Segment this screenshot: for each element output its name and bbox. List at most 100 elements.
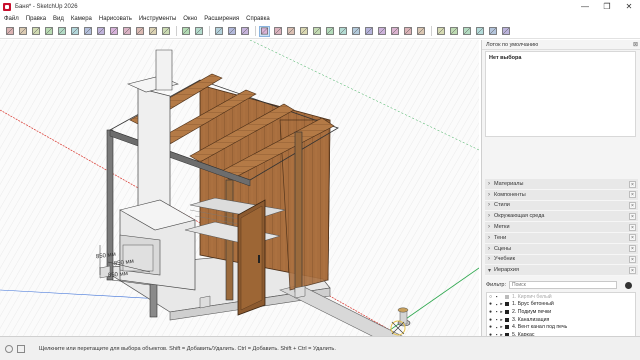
default-tray: Лоток по умолчанию ⊠ Нет выбора › Материа…: [481, 40, 640, 360]
outliner-row[interactable]: ● ▪ ▸ 4. Вент канал под печь: [487, 323, 635, 331]
offset-icon[interactable]: [363, 26, 374, 37]
expand-icon[interactable]: ▸: [499, 324, 504, 330]
outliner-item-name: 2. Подиум печки: [512, 308, 552, 315]
push-pull-icon[interactable]: [324, 26, 335, 37]
minimize-button[interactable]: —: [574, 0, 596, 13]
shaded-icon[interactable]: [134, 26, 145, 37]
menu-window[interactable]: Окно: [183, 16, 197, 22]
outliner-row[interactable]: ○ ▪ 1. Кирпич белый: [487, 293, 635, 301]
top-view-icon[interactable]: [17, 26, 28, 37]
eye-icon[interactable]: ●: [487, 317, 494, 323]
toolbar-separator: [255, 26, 256, 36]
close-icon[interactable]: ×: [629, 223, 636, 231]
menu-file[interactable]: Файл: [4, 16, 19, 22]
xray-icon[interactable]: [82, 26, 93, 37]
door-handle: [258, 255, 260, 263]
tray-item[interactable]: › Метки ×: [485, 222, 638, 233]
front-view-icon[interactable]: [30, 26, 41, 37]
close-icon[interactable]: ×: [629, 212, 636, 220]
rotate-icon[interactable]: [350, 26, 361, 37]
outliner-options-icon[interactable]: [625, 281, 633, 289]
tray-pin-icon[interactable]: ⊠: [633, 41, 638, 48]
close-icon[interactable]: ×: [629, 266, 636, 274]
text-icon[interactable]: [415, 26, 426, 37]
eye-icon[interactable]: ○: [487, 294, 494, 300]
close-icon[interactable]: ×: [629, 256, 636, 264]
shaded-texture-icon[interactable]: [147, 26, 158, 37]
close-button[interactable]: ✕: [618, 0, 640, 13]
hidden-line-icon[interactable]: [121, 26, 132, 37]
expand-icon[interactable]: ▸: [499, 301, 504, 307]
eye-icon[interactable]: ●: [487, 324, 494, 330]
menu-help[interactable]: Справка: [246, 16, 270, 22]
lock-icon[interactable]: ▪: [494, 294, 499, 299]
rectangle-icon[interactable]: [311, 26, 322, 37]
move-icon[interactable]: [337, 26, 348, 37]
line-icon[interactable]: [285, 26, 296, 37]
section-plane-icon[interactable]: [180, 26, 191, 37]
scale-icon[interactable]: [376, 26, 387, 37]
expand-icon[interactable]: ▸: [499, 309, 504, 315]
paint-icon[interactable]: [402, 26, 413, 37]
tray-label: Иерархия: [494, 267, 519, 274]
menu-edit[interactable]: Правка: [26, 16, 46, 22]
close-icon[interactable]: ×: [629, 202, 636, 210]
tray-item[interactable]: › Окружающая среда ×: [485, 211, 638, 223]
menu-draw[interactable]: Нарисовать: [99, 16, 132, 22]
maximize-button[interactable]: ❐: [596, 0, 618, 13]
model-canvas[interactable]: [0, 40, 479, 336]
filter-input[interactable]: [509, 281, 618, 289]
toolbar-separator: [176, 26, 177, 36]
menu-view[interactable]: Вид: [53, 16, 64, 22]
components-icon[interactable]: [448, 26, 459, 37]
arc-icon[interactable]: [298, 26, 309, 37]
outliner-item-name: 1. Брус бетонный: [512, 301, 554, 308]
model-viewport[interactable]: 850 мм 850 мм 850 мм: [0, 40, 479, 336]
axes-icon[interactable]: [435, 26, 446, 37]
outliner-row[interactable]: ● ▪ ▸ 2. Подиум печки: [487, 308, 635, 316]
tray-item[interactable]: ▾ Иерархия ×: [485, 265, 638, 277]
wireframe-icon[interactable]: [108, 26, 119, 37]
left-view-icon[interactable]: [69, 26, 80, 37]
settings-icon[interactable]: [500, 26, 511, 37]
window-controls: — ❐ ✕: [574, 0, 640, 13]
close-icon[interactable]: ×: [629, 180, 636, 188]
layers-icon[interactable]: [487, 26, 498, 37]
tray-item[interactable]: › Учебник ×: [485, 254, 638, 266]
tape-icon[interactable]: [389, 26, 400, 37]
geo-location-icon[interactable]: [5, 344, 13, 353]
monochrome-icon[interactable]: [160, 26, 171, 37]
pan-icon[interactable]: [226, 26, 237, 37]
eye-icon[interactable]: ●: [487, 309, 494, 315]
iso-view-icon[interactable]: [4, 26, 15, 37]
close-icon[interactable]: ×: [629, 245, 636, 253]
warehouse-icon[interactable]: [461, 26, 472, 37]
back-view-icon[interactable]: [56, 26, 67, 37]
tray-item[interactable]: › Материалы ×: [485, 179, 638, 190]
eraser-icon[interactable]: [272, 26, 283, 37]
menu-extensions[interactable]: Расширения: [204, 16, 239, 22]
right-view-icon[interactable]: [43, 26, 54, 37]
tray-label: Стили: [494, 202, 510, 209]
outliner-row[interactable]: ● ▪ ▸ 1. Брус бетонный: [487, 301, 635, 309]
close-icon[interactable]: ×: [629, 191, 636, 199]
tray-item[interactable]: › Тени ×: [485, 232, 638, 244]
orbit-icon[interactable]: [213, 26, 224, 37]
credits-icon[interactable]: [17, 344, 25, 353]
eye-icon[interactable]: ●: [487, 301, 494, 307]
tray-item[interactable]: › Сцены ×: [485, 243, 638, 255]
close-icon[interactable]: ×: [629, 234, 636, 242]
outliner-row[interactable]: ● ▪ ▸ 3. Канализация: [487, 316, 635, 324]
menu-camera[interactable]: Камера: [71, 16, 92, 22]
tray-label: Сцены: [494, 245, 512, 252]
menu-tools[interactable]: Инструменты: [139, 16, 176, 22]
extension-icon[interactable]: [474, 26, 485, 37]
tray-item[interactable]: › Стили ×: [485, 200, 638, 212]
section-cut-icon[interactable]: [193, 26, 204, 37]
expand-icon[interactable]: ▸: [499, 317, 504, 323]
back-edges-icon[interactable]: [95, 26, 106, 37]
filter-label: Фильтр:: [486, 282, 507, 288]
select-icon[interactable]: [259, 25, 270, 37]
tray-item[interactable]: › Компоненты ×: [485, 189, 638, 201]
zoom-icon[interactable]: [239, 26, 250, 37]
